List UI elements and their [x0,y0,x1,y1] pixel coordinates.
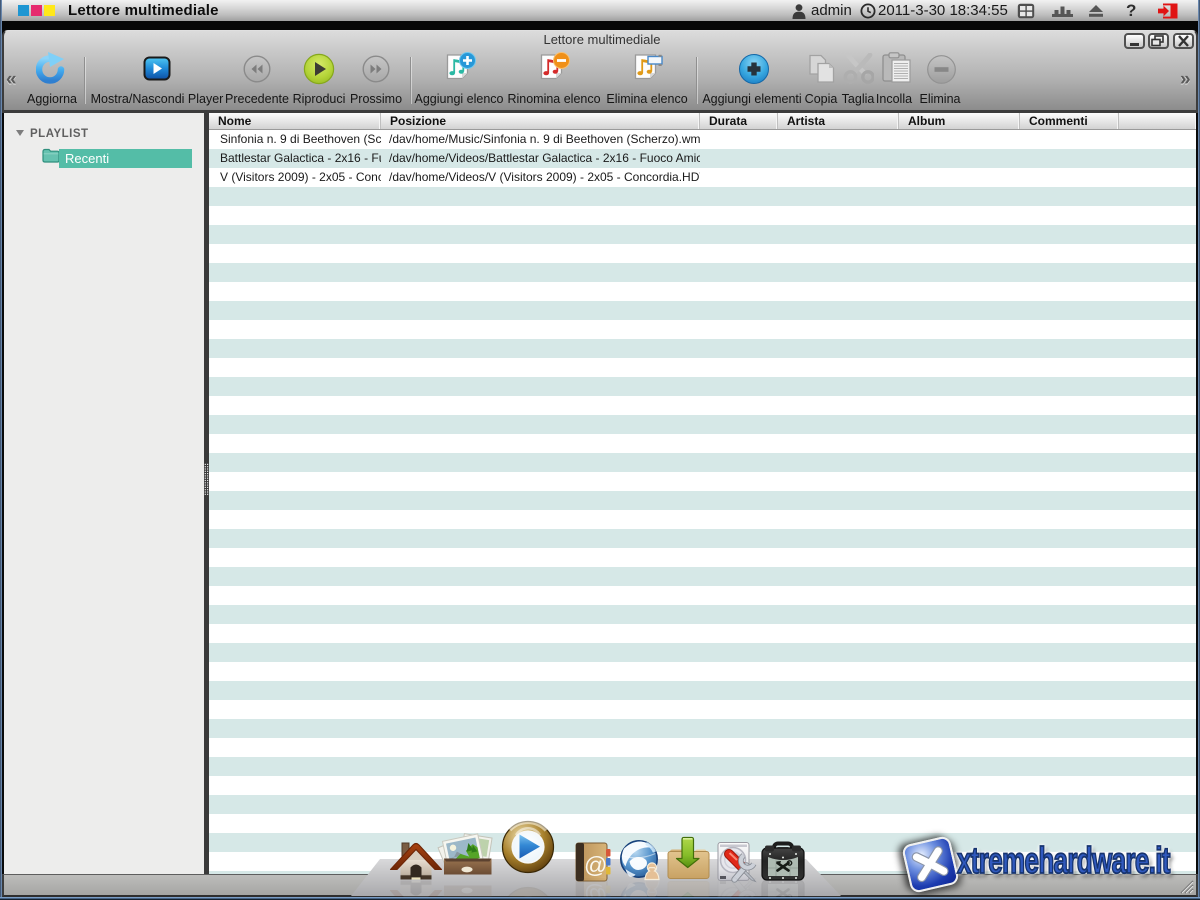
svg-text:@: @ [584,852,607,878]
